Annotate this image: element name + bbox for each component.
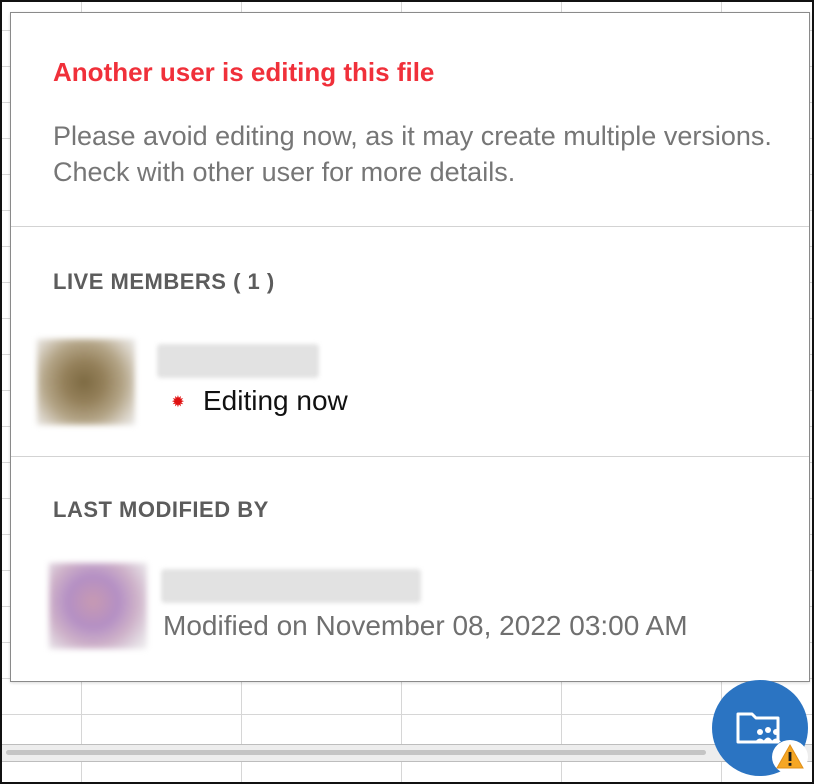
member-name-redacted bbox=[157, 344, 319, 378]
editing-status-dot-icon: ✹ bbox=[171, 394, 185, 411]
warning-section: Another user is editing this file Please… bbox=[11, 13, 809, 227]
warning-title: Another user is editing this file bbox=[53, 57, 435, 87]
avatar bbox=[37, 339, 135, 425]
warning-badge bbox=[772, 740, 808, 774]
spreadsheet-window: Another user is editing this file Please… bbox=[0, 0, 814, 784]
collaboration-popup: Another user is editing this file Please… bbox=[10, 12, 810, 682]
last-modified-heading: LAST MODIFIED BY bbox=[53, 497, 269, 522]
warning-icon bbox=[776, 743, 804, 769]
modifier-name-redacted bbox=[161, 569, 421, 603]
modified-timestamp: Modified on November 08, 2022 03:00 AM bbox=[163, 610, 688, 641]
horizontal-scrollbar[interactable] bbox=[2, 744, 812, 762]
live-members-section: LIVE MEMBERS ( 1 ) ✹ Editing now bbox=[11, 227, 809, 457]
avatar bbox=[49, 563, 147, 649]
last-modified-section: LAST MODIFIED BY Modified on November 08… bbox=[11, 457, 809, 680]
scrollbar-thumb[interactable] bbox=[6, 750, 706, 755]
member-status: Editing now bbox=[203, 385, 348, 416]
live-members-heading: LIVE MEMBERS ( 1 ) bbox=[53, 269, 275, 294]
warning-message: Please avoid editing now, as it may crea… bbox=[53, 121, 772, 187]
